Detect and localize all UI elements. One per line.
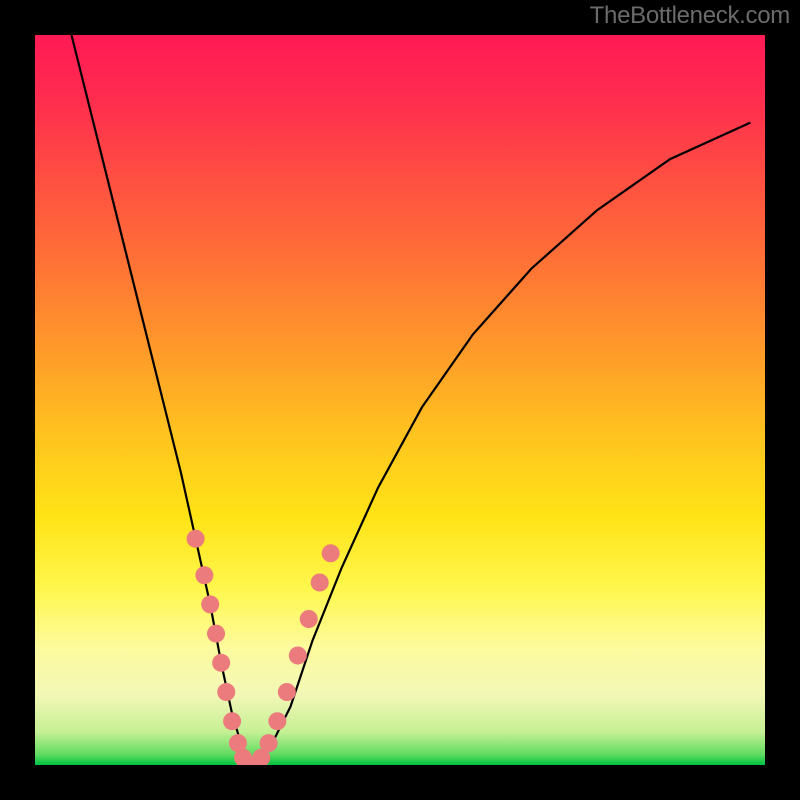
highlight-dot xyxy=(268,712,286,730)
highlight-dot xyxy=(187,530,205,548)
plot-area xyxy=(35,35,765,765)
highlight-dot xyxy=(311,574,329,592)
highlight-dot xyxy=(201,595,219,613)
highlight-dot xyxy=(217,683,235,701)
highlight-dot xyxy=(300,610,318,628)
highlight-dot xyxy=(289,647,307,665)
watermark-label: TheBottleneck.com xyxy=(590,2,790,30)
highlight-dot xyxy=(207,625,225,643)
highlight-dot xyxy=(278,683,296,701)
highlight-dot xyxy=(212,654,230,672)
highlight-dot xyxy=(260,734,278,752)
highlight-dot xyxy=(223,712,241,730)
highlight-dot xyxy=(195,566,213,584)
chart-svg xyxy=(35,35,765,765)
chart-frame: TheBottleneck.com xyxy=(0,0,800,800)
gradient-background xyxy=(35,35,765,765)
highlight-dot xyxy=(322,544,340,562)
